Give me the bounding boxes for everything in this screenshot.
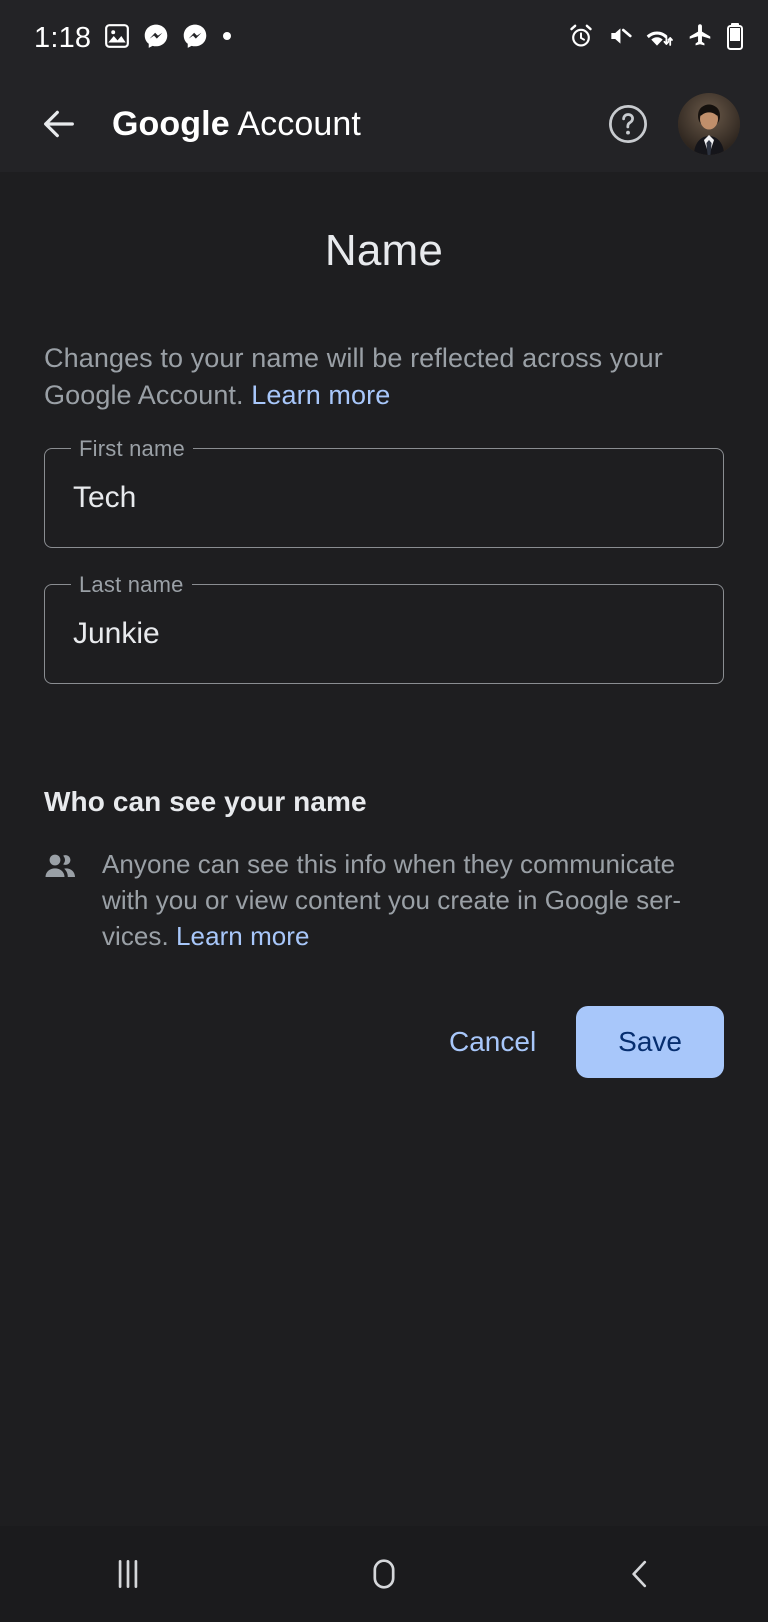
phone-screen: 1:18 Google Account Name Changes to your… xyxy=(0,0,768,1622)
visibility-learn-more-link[interactable]: Learn more xyxy=(176,921,309,951)
visibility-heading: Who can see your name xyxy=(44,786,367,817)
last-name-input[interactable] xyxy=(45,585,723,683)
app-bar: Google Account xyxy=(0,76,768,172)
wifi-icon xyxy=(646,23,674,54)
page-title: Name xyxy=(324,226,444,275)
status-bar-left: 1:18 xyxy=(34,22,233,55)
description-learn-more-link[interactable]: Learn more xyxy=(251,380,390,410)
status-bar: 1:18 xyxy=(0,0,768,76)
save-button[interactable]: Save xyxy=(576,1006,724,1078)
help-circle-icon[interactable] xyxy=(600,96,656,152)
dot-icon xyxy=(221,29,233,47)
people-icon xyxy=(44,852,78,885)
messenger-icon xyxy=(182,23,208,54)
navigation-bar xyxy=(0,1526,768,1622)
first-name-label: First name xyxy=(71,436,193,462)
app-bar-title-brand: Google xyxy=(112,104,230,143)
photos-icon xyxy=(104,23,130,54)
last-name-label: Last name xyxy=(71,572,192,598)
visibility-info-row: Anyone can see this info when they commu… xyxy=(44,846,724,954)
messenger-icon xyxy=(143,23,169,54)
recents-icon[interactable] xyxy=(73,1526,183,1622)
volume-mute-icon xyxy=(607,23,633,54)
airplane-mode-icon xyxy=(687,23,713,54)
alarm-icon xyxy=(568,23,594,54)
visibility-info-text: Anyone can see this info when they commu… xyxy=(102,846,682,954)
cancel-button[interactable]: Cancel xyxy=(423,1008,562,1076)
back-icon[interactable] xyxy=(585,1526,695,1622)
first-name-field[interactable]: First name xyxy=(44,436,724,548)
last-name-field[interactable]: Last name xyxy=(44,572,724,684)
page-content: Name Changes to your name will be reflec… xyxy=(0,172,768,1526)
app-bar-title-rest: Account xyxy=(229,104,361,143)
first-name-input[interactable] xyxy=(45,449,723,547)
page-description: Changes to your name will be reflected a… xyxy=(44,340,724,414)
app-bar-title: Google Account xyxy=(112,105,361,144)
status-clock: 1:18 xyxy=(34,21,92,54)
battery-icon xyxy=(726,22,744,55)
action-buttons: Cancel Save xyxy=(44,1006,724,1078)
account-avatar[interactable] xyxy=(678,93,740,155)
status-bar-right xyxy=(568,22,744,55)
back-arrow-icon[interactable] xyxy=(30,95,88,153)
home-icon[interactable] xyxy=(329,1526,439,1622)
